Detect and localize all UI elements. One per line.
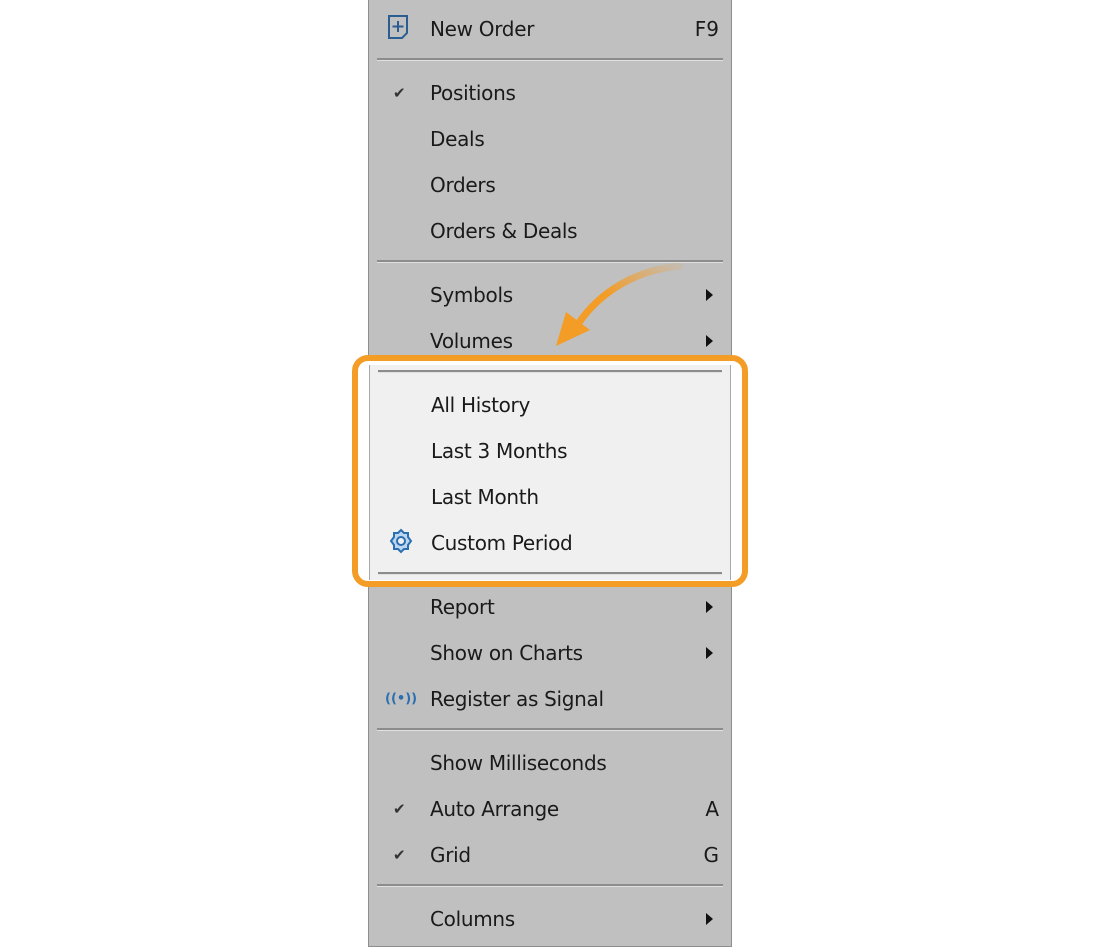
separator [377, 728, 723, 731]
menu-item-auto-arrange[interactable]: ✔ Auto Arrange A [369, 786, 731, 832]
menu-item-label: All History [431, 393, 531, 417]
separator [377, 58, 723, 61]
shortcut-label: G [703, 843, 720, 867]
menu-item-columns[interactable]: Columns [369, 896, 731, 942]
check-icon: ✔ [393, 800, 406, 818]
menu-item-label: Orders & Deals [430, 219, 578, 243]
menu-item-deals[interactable]: Deals [369, 116, 731, 162]
submenu-arrow-icon [706, 335, 713, 347]
submenu-arrow-icon [706, 647, 713, 659]
menu-item-last-3-months[interactable]: Last 3 Months [370, 428, 730, 474]
gear-icon [388, 528, 414, 558]
menu-item-new-order[interactable]: New Order F9 [369, 6, 731, 52]
menu-item-label: Orders [430, 173, 496, 197]
separator [377, 884, 723, 887]
shortcut-label: A [705, 797, 719, 821]
new-order-icon [387, 14, 409, 44]
period-menu-section: All History Last 3 Months Last Month Cus… [369, 365, 731, 580]
menu-item-label: Columns [430, 907, 515, 931]
menu-item-positions[interactable]: ✔ Positions [369, 70, 731, 116]
menu-item-label: Symbols [430, 283, 513, 307]
menu-item-custom-period[interactable]: Custom Period [370, 520, 730, 566]
shortcut-label: F9 [694, 17, 719, 41]
menu-item-register-signal[interactable]: ((•)) Register as Signal [369, 676, 731, 722]
menu-item-label: Register as Signal [430, 687, 604, 711]
menu-item-show-on-charts[interactable]: Show on Charts [369, 630, 731, 676]
check-icon: ✔ [393, 846, 406, 864]
menu-item-all-history[interactable]: All History [370, 382, 730, 428]
signal-icon: ((•)) [385, 691, 418, 707]
menu-item-label: Last 3 Months [431, 439, 568, 463]
menu-item-label: Deals [430, 127, 485, 151]
menu-item-label: Custom Period [431, 531, 573, 555]
pointer-arrow-icon [556, 262, 684, 346]
submenu-arrow-icon [706, 289, 713, 301]
submenu-arrow-icon [706, 913, 713, 925]
menu-item-grid[interactable]: ✔ Grid G [369, 832, 731, 878]
menu-item-label: Volumes [430, 329, 513, 353]
menu-item-label: Grid [430, 843, 471, 867]
menu-item-label: Positions [430, 81, 516, 105]
submenu-arrow-icon [706, 601, 713, 613]
menu-item-report[interactable]: Report [369, 584, 731, 630]
menu-item-label: Show on Charts [430, 641, 583, 665]
check-icon: ✔ [393, 84, 406, 102]
menu-item-label: Auto Arrange [430, 797, 559, 821]
menu-item-last-month[interactable]: Last Month [370, 474, 730, 520]
separator [378, 370, 722, 373]
menu-item-show-milliseconds[interactable]: Show Milliseconds [369, 740, 731, 786]
menu-item-label: Show Milliseconds [430, 751, 607, 775]
separator [378, 572, 722, 575]
menu-item-label: Report [430, 595, 495, 619]
menu-item-orders[interactable]: Orders [369, 162, 731, 208]
menu-item-label: Last Month [431, 485, 539, 509]
menu-item-orders-deals[interactable]: Orders & Deals [369, 208, 731, 254]
menu-item-label: New Order [430, 17, 535, 41]
